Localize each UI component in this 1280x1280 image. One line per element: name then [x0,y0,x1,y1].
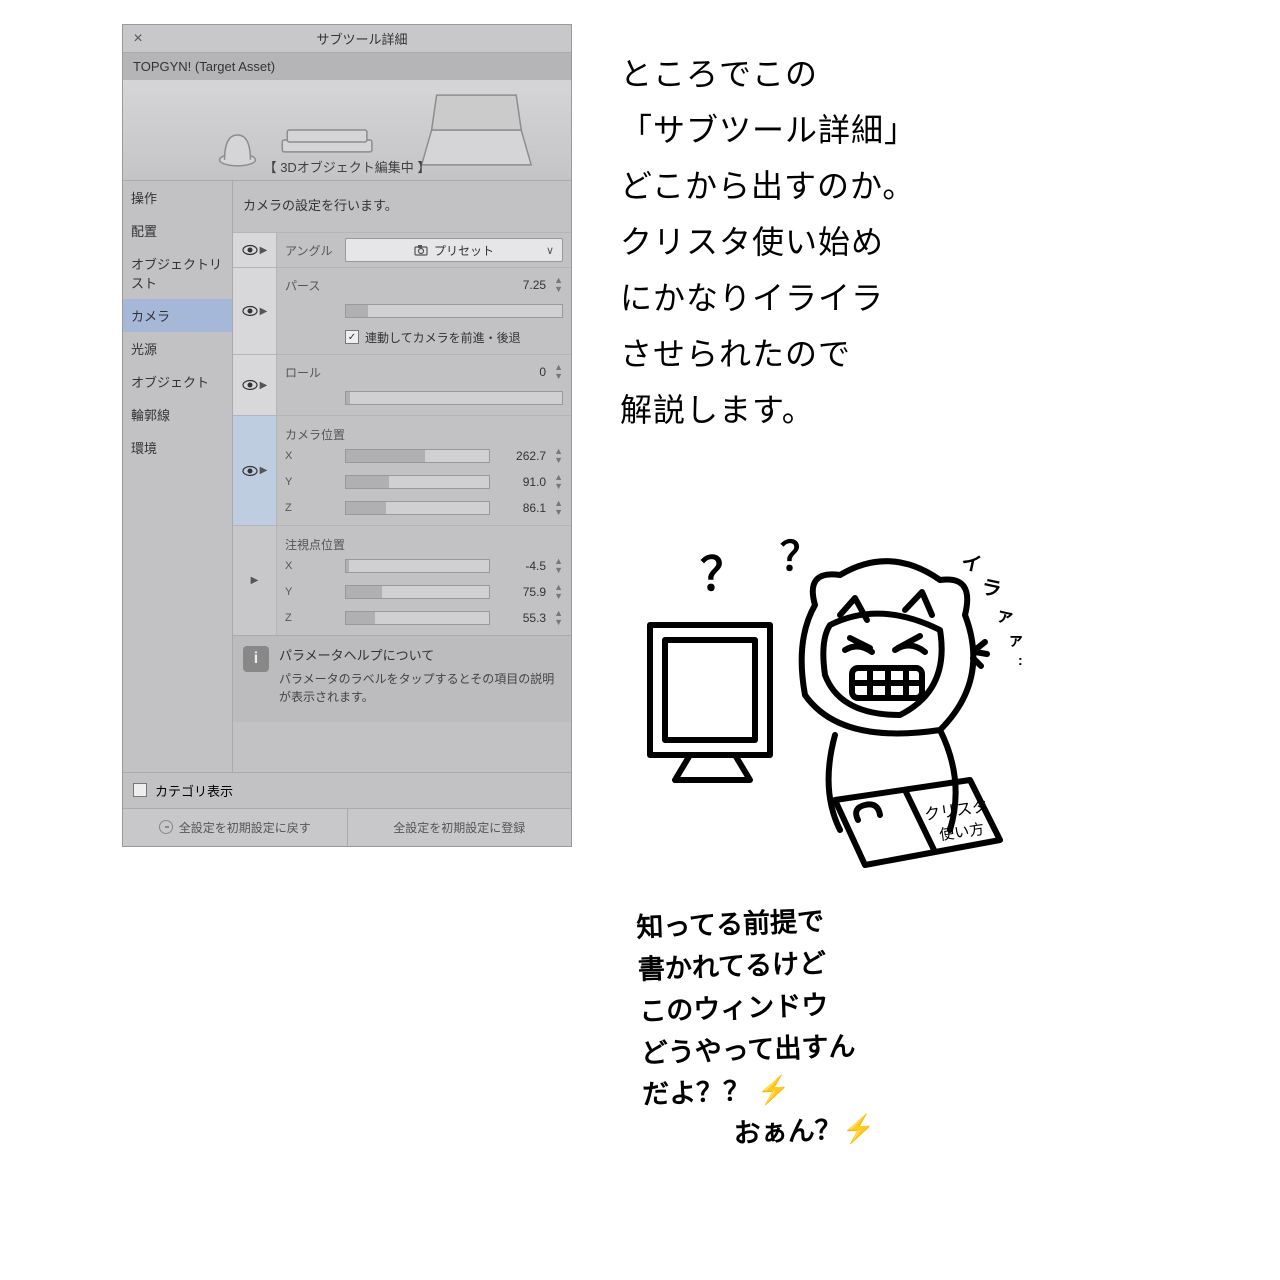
stepper-icon[interactable]: ▲▼ [554,609,563,627]
camera-x-value[interactable]: 262.7 [496,449,546,463]
perspective-slider[interactable] [345,304,563,318]
svg-text:ァ: ァ [994,604,1016,627]
svg-text:使い方: 使い方 [938,821,985,844]
preset-button[interactable]: プリセット ∨ [345,238,563,262]
visibility-toggle[interactable]: ▶ [233,416,277,525]
visibility-toggle[interactable]: ▶ [233,233,277,267]
visibility-toggle[interactable]: ▶ [233,526,277,635]
eye-icon [242,244,258,256]
sidebar-item[interactable]: カメラ [123,299,232,332]
expand-icon: ▶ [260,306,268,317]
visibility-toggle[interactable]: ▶ [233,355,277,415]
expand-icon: ▶ [260,380,268,391]
svg-text:ァ: ァ [1008,632,1024,649]
info-title: パラメータヘルプについて [279,646,561,666]
sidebar-item[interactable]: オブジェクトリスト [123,247,232,299]
asset-title: TOPGYN! (Target Asset) [123,53,571,80]
gaze-x-value[interactable]: -4.5 [496,559,546,573]
stepper-icon[interactable]: ▲▼ [554,557,563,575]
category-label: カテゴリ表示 [155,781,233,800]
svg-text:？: ？ [700,548,746,600]
content-description: カメラの設定を行います。 [233,181,571,232]
axis-label: X [285,450,339,462]
gaze-x-slider[interactable] [345,559,490,573]
sidebar-item[interactable]: 操作 [123,181,232,214]
eye-icon [242,465,258,477]
preview-image: 【 3Dオブジェクト編集中 】 [123,80,571,180]
content-area: カメラの設定を行います。 ▶ アングル プリセット ∨ [233,181,571,772]
info-body: パラメータのラベルをタップするとその項目の説明が表示されます。 [279,670,561,706]
axis-label: Z [285,502,339,514]
perspective-value[interactable]: 7.25 [496,278,546,292]
camera-x-slider[interactable] [345,449,490,463]
camera-icon [414,244,428,256]
save-settings-button[interactable]: 全設定を初期設定に登録 [348,809,572,846]
expand-icon: ▶ [260,245,268,256]
reset-icon [159,820,173,834]
visibility-toggle[interactable]: ▶ [233,268,277,354]
preview-caption: 【 3Dオブジェクト編集中 】 [123,157,571,176]
camera-pos-title: カメラ位置 [285,420,563,443]
handwritten-note: 知ってる前提で書かれてるけどこのウィンドウどうやって出すんだよ？？ ⚡おぁん？⚡ [636,892,1084,1158]
sidebar-item[interactable]: 環境 [123,431,232,464]
eye-icon [242,305,258,317]
stepper-icon[interactable]: ▲▼ [554,499,563,517]
commentary-text: ところでこの「サブツール詳細」どこから出すのか。クリスタ使い始めにかなりイライラ… [620,46,1180,438]
gaze-pos-title: 注視点位置 [285,530,563,553]
subtool-detail-panel: × サブツール詳細 TOPGYN! (Target Asset) 【 3Dオブジ… [122,24,572,847]
svg-text::: : [1018,652,1023,668]
svg-text:イ: イ [959,551,983,577]
sidebar-item[interactable]: 光源 [123,332,232,365]
expand-icon: ▶ [260,465,268,476]
category-checkbox[interactable] [133,783,147,797]
gaze-z-slider[interactable] [345,611,490,625]
info-icon: i [243,646,269,672]
cat-doodle: ？ ？ イ ラ ァ ァ : クリスタ [640,530,1080,890]
chevron-down-icon: ∨ [546,244,554,257]
stepper-icon[interactable]: ▲▼ [554,363,563,381]
panel-title: サブツール詳細 [153,29,571,48]
roll-label: ロール [285,364,339,381]
gaze-y-value[interactable]: 75.9 [496,585,546,599]
sidebar-item[interactable]: 輪郭線 [123,398,232,431]
svg-text:？: ？ [780,535,820,579]
angle-label: アングル [285,242,339,259]
preset-label: プリセット [434,242,494,259]
sidebar-item[interactable]: オブジェクト [123,365,232,398]
roll-slider[interactable] [345,391,563,405]
stepper-icon[interactable]: ▲▼ [554,447,563,465]
stepper-icon[interactable]: ▲▼ [554,276,563,294]
link-checkbox[interactable]: ✓ [345,330,359,344]
camera-z-value[interactable]: 86.1 [496,501,546,515]
axis-label: X [285,560,339,572]
reset-settings-button[interactable]: 全設定を初期設定に戻す [123,809,348,846]
stepper-icon[interactable]: ▲▼ [554,473,563,491]
gaze-y-slider[interactable] [345,585,490,599]
perspective-label: パース [285,277,339,294]
panel-titlebar: × サブツール詳細 [123,25,571,53]
axis-label: Y [285,586,339,598]
sidebar: 操作配置オブジェクトリストカメラ光源オブジェクト輪郭線環境 [123,181,233,772]
expand-icon: ▶ [251,575,259,586]
gaze-z-value[interactable]: 55.3 [496,611,546,625]
eye-icon [242,379,258,391]
stepper-icon[interactable]: ▲▼ [554,583,563,601]
svg-text:ラ: ラ [979,576,1003,602]
category-row: カテゴリ表示 [123,772,571,808]
info-box: i パラメータヘルプについて パラメータのラベルをタップするとその項目の説明が表… [233,635,571,722]
camera-y-value[interactable]: 91.0 [496,475,546,489]
footer-buttons: 全設定を初期設定に戻す 全設定を初期設定に登録 [123,808,571,846]
roll-value[interactable]: 0 [496,365,546,379]
sidebar-item[interactable]: 配置 [123,214,232,247]
close-icon[interactable]: × [123,30,153,48]
axis-label: Z [285,612,339,624]
axis-label: Y [285,476,339,488]
camera-z-slider[interactable] [345,501,490,515]
camera-y-slider[interactable] [345,475,490,489]
link-checkbox-label: 連動してカメラを前進・後退 [365,329,521,346]
